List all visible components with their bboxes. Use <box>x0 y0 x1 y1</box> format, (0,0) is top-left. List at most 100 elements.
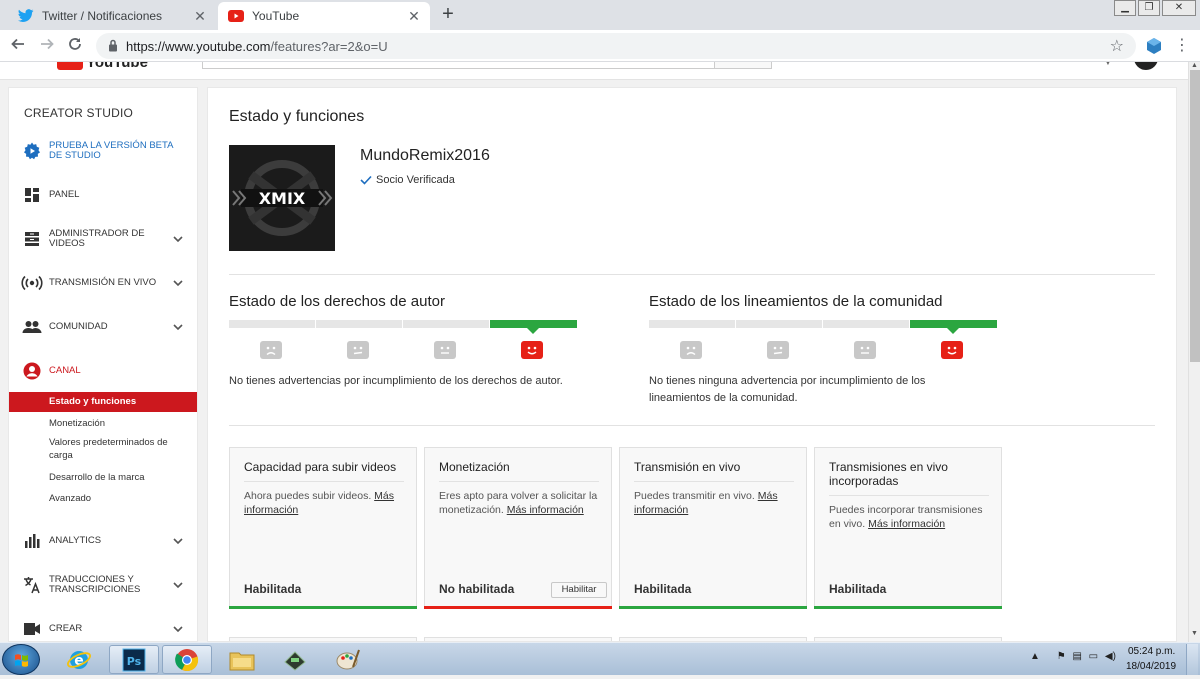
page-scrollbar[interactable]: ▲ ▼ <box>1188 62 1200 642</box>
page-title: Estado y funciones <box>229 108 365 125</box>
sidebar-item-channel[interactable]: CANAL <box>9 360 197 382</box>
card-description-text: Eres apto para volver a solicitar la <box>439 490 598 502</box>
lock-icon <box>108 39 118 55</box>
chevron-down-icon[interactable] <box>172 277 184 289</box>
taskbar-internet-explorer[interactable]: e <box>54 645 104 674</box>
svg-text:Ps: Ps <box>127 655 142 668</box>
scroll-down-icon[interactable]: ▼ <box>1191 630 1198 637</box>
sidebar-item-label: ADMINISTRADOR DE VIDEOS <box>49 228 145 249</box>
extension-icon[interactable] <box>1145 37 1163 55</box>
taskbar-file-explorer[interactable] <box>217 645 267 674</box>
clock-date[interactable]: 18/04/2019 <box>1126 661 1176 672</box>
video-manager-icon <box>21 228 43 250</box>
copyright-status-text: No tienes advertencias por incumplimient… <box>229 375 563 387</box>
more-info-link[interactable]: Más <box>374 490 394 502</box>
more-info-link[interactable]: información <box>244 504 298 516</box>
sidebar-item-analytics[interactable]: ANALYTICS <box>9 530 197 552</box>
youtube-logo-icon[interactable] <box>57 62 83 70</box>
folder-icon <box>229 652 255 670</box>
reload-icon <box>69 38 81 50</box>
account-dropdown-icon[interactable]: ▼ <box>1104 62 1112 67</box>
card-description-text: Puedes incorporar transmisiones <box>829 504 983 516</box>
sidebar-item-label: CREAR <box>49 623 83 634</box>
sad-face-icon <box>680 341 702 359</box>
channel-avatar[interactable]: XMIX <box>229 145 335 251</box>
gear-icon <box>21 140 43 162</box>
sidebar-item-create[interactable]: CREAR <box>9 618 197 640</box>
creator-studio-sidebar: CREATOR STUDIO PRUEBA LA VERSIÓN BETA DE… <box>8 87 198 642</box>
sidebar-item-label: CANAL <box>49 365 81 376</box>
network-icon[interactable]: ▤ <box>1072 651 1081 662</box>
url-path: /features?ar=2&o=U <box>270 39 388 54</box>
taskbar-chrome[interactable] <box>162 645 212 674</box>
youtube-header: YouTube ▼ <box>0 62 1188 80</box>
new-tab-button[interactable]: + <box>437 4 459 26</box>
community-status-title: Estado de los lineamientos de la comunid… <box>649 293 943 310</box>
status-bar-good <box>814 606 1002 609</box>
youtube-wordmark[interactable]: YouTube <box>86 62 148 71</box>
card-divider <box>829 495 989 496</box>
more-info-link[interactable]: información <box>634 504 688 516</box>
monitor-icon[interactable]: ▭ <box>1089 651 1098 662</box>
sidebar-subitem-upload-defaults[interactable]: Valores predeterminados de carga <box>9 436 179 464</box>
clock-time[interactable]: 05:24 p.m. <box>1128 646 1175 657</box>
sidebar-subitem-branding[interactable]: Desarrollo de la marca <box>9 471 197 491</box>
chevron-down-icon[interactable] <box>172 579 184 591</box>
back-button[interactable] <box>8 36 28 56</box>
more-info-link[interactable]: Más <box>758 490 778 502</box>
tab-youtube[interactable]: YouTube ✕ <box>218 2 430 30</box>
forward-button[interactable] <box>37 36 57 56</box>
sidebar-item-live[interactable]: TRANSMISIÓN EN VIVO <box>9 272 197 294</box>
sidebar-item-community[interactable]: COMUNIDAD <box>9 316 197 338</box>
chevron-down-icon[interactable] <box>172 535 184 547</box>
bookmark-star-icon[interactable]: ☆ <box>1110 36 1124 56</box>
translate-icon <box>21 574 43 596</box>
card-status: Habilitada <box>244 582 302 596</box>
close-window-button[interactable]: ✕ <box>1162 0 1196 16</box>
sidebar-subitem-advanced[interactable]: Avanzado <box>9 492 197 512</box>
sidebar-subitem-monetization[interactable]: Monetización <box>9 417 197 437</box>
sidebar-item-label: TRADUCCIONES Y TRANSCRIPCIONES <box>49 574 141 595</box>
status-bar-good <box>619 606 807 609</box>
search-button[interactable] <box>714 62 772 69</box>
avatar[interactable] <box>1134 62 1158 70</box>
chevron-down-icon[interactable] <box>172 233 184 245</box>
more-info-link[interactable]: Más información <box>868 518 945 530</box>
tray-expand-icon[interactable]: ▲ <box>1030 651 1040 662</box>
status-and-features-panel: Estado y funciones XMIX MundoRemix2016 S… <box>207 87 1177 642</box>
close-tab-icon[interactable]: ✕ <box>192 8 208 24</box>
taskbar-paint[interactable] <box>323 645 373 674</box>
volume-icon[interactable]: ◀) <box>1105 651 1116 662</box>
close-tab-icon[interactable]: ✕ <box>406 8 422 24</box>
system-tray[interactable]: ▲ ⚑ ▤ ▭ ◀) <box>1030 651 1116 662</box>
reload-button[interactable] <box>65 36 85 56</box>
restore-button[interactable]: ❐ <box>1138 0 1160 16</box>
sidebar-item-translations[interactable]: TRADUCCIONES Y TRANSCRIPCIONES <box>9 572 197 598</box>
taskbar-app[interactable] <box>270 645 320 674</box>
scroll-up-icon[interactable]: ▲ <box>1191 62 1198 69</box>
meter-segment <box>316 320 402 328</box>
taskbar-photoshop[interactable]: Ps <box>109 645 159 674</box>
start-button[interactable] <box>2 644 40 675</box>
sidebar-item-video-manager[interactable]: ADMINISTRADOR DE VIDEOS <box>9 226 197 252</box>
happy-face-icon <box>941 341 963 359</box>
paint-icon <box>336 649 360 669</box>
flag-icon[interactable]: ⚑ <box>1057 651 1066 662</box>
channel-logo-text: XMIX <box>259 189 306 208</box>
more-info-link[interactable]: Más información <box>507 504 584 516</box>
scrollbar-thumb[interactable] <box>1190 70 1200 362</box>
url-input[interactable]: https://www.youtube.com/features?ar=2&o=… <box>96 33 1136 59</box>
tab-twitter[interactable]: Twitter / Notificaciones ✕ <box>8 2 216 30</box>
sidebar-subitem-status[interactable]: Estado y funciones <box>9 392 197 412</box>
show-desktop-button[interactable] <box>1186 644 1198 675</box>
sidebar-item-panel[interactable]: PANEL <box>9 184 197 206</box>
sad-face-icon <box>260 341 282 359</box>
chevron-down-icon[interactable] <box>172 623 184 635</box>
minimize-button[interactable]: ▁ <box>1114 0 1136 16</box>
search-input[interactable] <box>202 62 772 69</box>
chevron-down-icon[interactable] <box>172 321 184 333</box>
enable-monetization-button[interactable]: Habilitar <box>551 582 607 598</box>
browser-menu-icon[interactable]: ⋮ <box>1174 37 1190 55</box>
sidebar-item-beta[interactable]: PRUEBA LA VERSIÓN BETA DE STUDIO <box>9 138 197 164</box>
channel-name[interactable]: MundoRemix2016 <box>360 147 490 165</box>
